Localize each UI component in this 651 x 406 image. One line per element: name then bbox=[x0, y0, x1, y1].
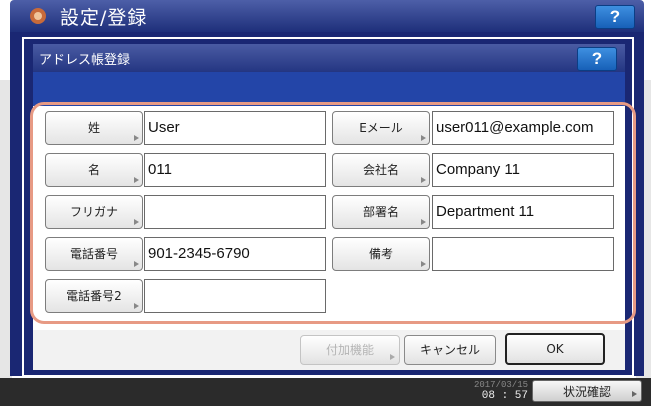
clock-time: 08 : 57 bbox=[481, 390, 528, 402]
dialog-help-button[interactable]: ? bbox=[577, 47, 617, 71]
arrow-icon bbox=[390, 354, 395, 360]
dialog-title: アドレス帳登録 bbox=[39, 53, 131, 68]
settings-logo-icon bbox=[30, 8, 46, 24]
arrow-icon bbox=[632, 391, 637, 397]
dialog-title-bar: アドレス帳登録 ? bbox=[33, 44, 625, 72]
highlight-frame bbox=[30, 102, 636, 324]
extra-functions-label: 付加機能 bbox=[325, 343, 374, 357]
extra-functions-button[interactable]: 付加機能 bbox=[300, 335, 400, 365]
cancel-button[interactable]: キャンセル bbox=[404, 335, 496, 365]
app-help-button[interactable]: ? bbox=[595, 5, 635, 29]
ok-button[interactable]: OK bbox=[505, 333, 605, 365]
clock: 2017/03/15 08 : 57 bbox=[462, 380, 528, 402]
status-check-button[interactable]: 状況確認 bbox=[532, 380, 642, 402]
status-check-label: 状況確認 bbox=[562, 385, 611, 399]
app-title: 設定/登録 bbox=[60, 7, 148, 29]
dialog-header-band bbox=[33, 72, 625, 106]
app-title-bar: 設定/登録 ? bbox=[10, 0, 644, 32]
